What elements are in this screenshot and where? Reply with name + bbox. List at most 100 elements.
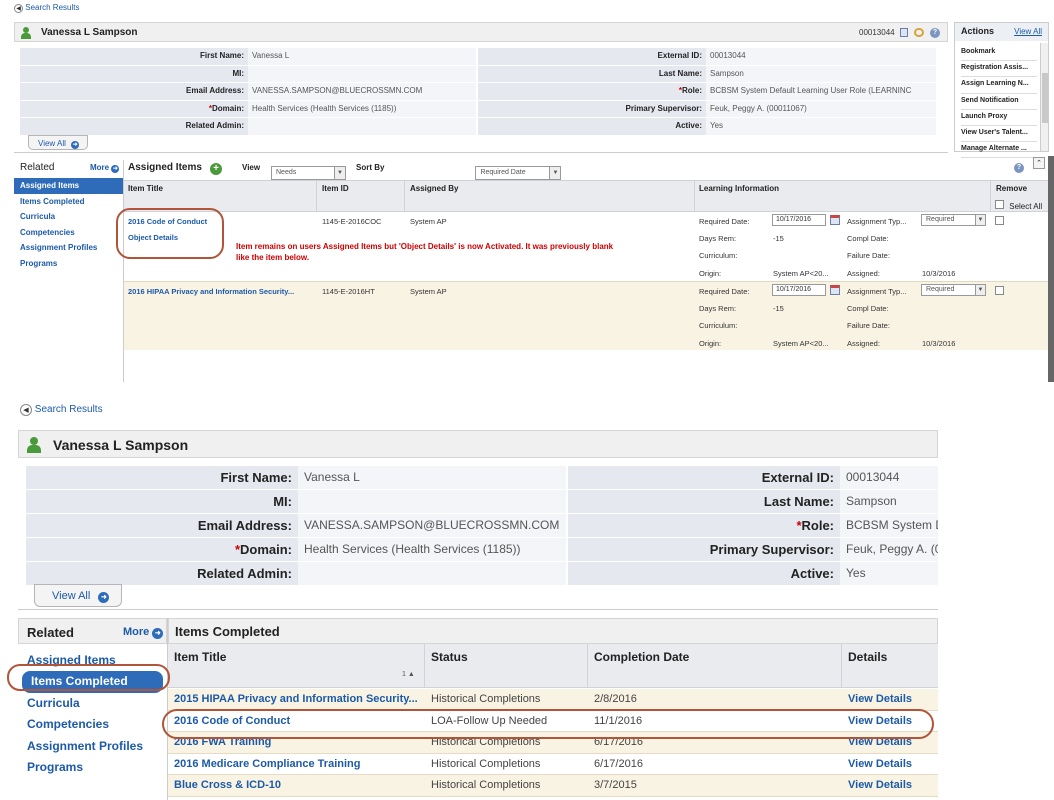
days-rem-label: Days Rem: <box>699 234 737 243</box>
col-status[interactable]: Status <box>431 650 468 664</box>
field-row: Email Address: VANESSA.SAMPSON@BLUECROSSM… <box>26 514 566 537</box>
annotation-note: Item remains on users Assigned Items but… <box>236 242 614 262</box>
item-title-link[interactable]: 2016 Medicare Compliance Training <box>174 754 360 775</box>
field-row: Primary Supervisor: Feuk, Peggy A. (00 <box>568 538 938 561</box>
item-id: 1145-E-2016COC <box>322 217 382 226</box>
field-label: Primary Supervisor: <box>478 100 706 117</box>
view-all-button[interactable]: View All ➜ <box>34 584 122 607</box>
field-row: Primary Supervisor: Feuk, Peggy A. (00011… <box>478 100 936 117</box>
item-title-link[interactable]: 2015 HIPAA Privacy and Information Secur… <box>174 689 418 710</box>
sidebar-item-assignment-profiles[interactable]: Assignment Profiles <box>18 736 167 757</box>
chevron-down-icon: ▼ <box>975 285 985 295</box>
col-assigned-by[interactable]: Assigned By <box>410 184 458 193</box>
top-panel: ◀ Search Results Vanessa L Sampson 00013… <box>0 0 1054 382</box>
back-icon: ◀ <box>14 4 23 13</box>
field-value: 00013044 <box>840 466 938 489</box>
compl-date-label: Compl Date: <box>847 304 889 313</box>
action-item[interactable]: Bookmark <box>961 45 1037 62</box>
action-item[interactable]: View User's Talent... <box>961 126 1037 143</box>
failure-date-label: Failure Date: <box>847 321 890 330</box>
days-rem: -15 <box>773 304 784 313</box>
assigned-date: 10/3/2016 <box>922 269 956 278</box>
action-item[interactable]: Manage Alternate ... <box>961 142 1037 159</box>
remove-checkbox[interactable] <box>995 286 1004 295</box>
view-all-button[interactable]: View All ➜ <box>28 135 88 150</box>
view-select[interactable]: Needs ▼ <box>271 166 346 180</box>
status: Historical Completions <box>431 757 541 770</box>
sidebar-item-curricula[interactable]: Curricula <box>14 209 123 225</box>
actions-view-all-link[interactable]: View All <box>1014 27 1042 36</box>
assignment-type-select[interactable]: Required ▼ <box>921 284 986 296</box>
item-title-link[interactable]: 2016 HIPAA Privacy and Information Secur… <box>128 287 294 296</box>
sidebar-item-programs[interactable]: Programs <box>18 757 167 778</box>
col-item-id[interactable]: Item ID <box>322 184 349 193</box>
field-row: Active: Yes <box>478 118 936 135</box>
user-name: Vanessa L Sampson <box>53 437 189 453</box>
sort-select[interactable]: Required Date ▼ <box>475 166 562 180</box>
sidebar-item-items-completed[interactable]: Items Completed <box>14 194 123 210</box>
failure-date-label: Failure Date: <box>847 251 890 260</box>
field-label: First Name: <box>26 466 298 489</box>
calendar-icon[interactable] <box>830 285 840 295</box>
view-details-link[interactable]: View Details <box>848 689 912 710</box>
sidebar-item-programs[interactable]: Programs <box>14 256 123 272</box>
required-date-input[interactable]: 10/17/2016 <box>772 284 826 296</box>
required-date-input[interactable]: 10/17/2016 <box>772 214 826 226</box>
field-value: 00013044 <box>706 48 936 65</box>
sidebar-item-curricula[interactable]: Curricula <box>18 693 167 714</box>
link-icon[interactable] <box>914 28 924 37</box>
related-more-link[interactable]: More ➜ <box>90 163 120 173</box>
calendar-icon[interactable] <box>830 215 840 225</box>
status: Historical Completions <box>431 693 541 705</box>
item-title-link[interactable]: Blue Cross & ICD-10 <box>174 775 281 796</box>
chevron-down-icon: ▼ <box>549 167 561 179</box>
col-item-title[interactable]: Item Title <box>174 650 226 664</box>
action-item[interactable]: Send Notification <box>961 94 1037 110</box>
required-date-label: Required Date: <box>699 217 750 226</box>
col-completion-date[interactable]: Completion Date <box>594 650 689 664</box>
origin-label: Origin: <box>699 269 722 278</box>
field-label: External ID: <box>478 48 706 65</box>
days-rem-label: Days Rem: <box>699 304 737 313</box>
view-label: View <box>242 163 261 172</box>
related-more-link[interactable]: More ➜ <box>123 626 164 639</box>
view-details-link[interactable]: View Details <box>848 775 912 796</box>
remove-checkbox[interactable] <box>995 216 1004 225</box>
col-item-title[interactable]: Item Title <box>128 184 163 193</box>
completed-table-header: Item Title 1 ▲ Status Completion Date De… <box>168 644 938 688</box>
user-icon <box>27 437 41 453</box>
related-title: Related <box>20 162 55 173</box>
sidebar-item-assigned-items[interactable]: Assigned Items <box>14 178 123 194</box>
action-item[interactable]: Launch Proxy <box>961 110 1037 126</box>
field-value: BCBSM System Default Learning User Role … <box>706 83 936 100</box>
sidebar-item-competencies[interactable]: Competencies <box>18 714 167 735</box>
sidebar-item-assignment-profiles[interactable]: Assignment Profiles <box>14 240 123 256</box>
field-label: *Role: <box>568 514 840 537</box>
bottom-panel: ◀ Search Results Vanessa L Sampson First… <box>0 396 1054 800</box>
arrow-right-icon: ➜ <box>152 628 164 639</box>
search-results-link[interactable]: ◀ Search Results <box>14 3 79 13</box>
field-value: BCBSM System De <box>840 514 938 537</box>
scrollbar[interactable] <box>1040 43 1048 151</box>
action-item[interactable]: Registration Assis... <box>961 61 1037 78</box>
table-row: 2016 HIPAA Privacy and Information Secur… <box>124 281 1050 350</box>
view-details-link[interactable]: View Details <box>848 754 912 775</box>
completion-date: 3/7/2015 <box>594 779 637 792</box>
select-all-checkbox[interactable] <box>995 200 1004 209</box>
help-icon[interactable]: ? <box>930 28 940 38</box>
document-icon[interactable] <box>900 28 908 37</box>
collapse-icon[interactable]: ⌃ <box>1033 157 1045 169</box>
action-item[interactable]: Assign Learning N... <box>961 77 1037 94</box>
field-label: Related Admin: <box>26 562 298 585</box>
help-icon[interactable]: ? <box>1014 163 1024 173</box>
select-all[interactable]: Select All <box>995 200 1042 211</box>
sort-indicator[interactable]: 1 ▲ <box>402 671 415 678</box>
sidebar-item-competencies[interactable]: Competencies <box>14 225 123 241</box>
add-icon[interactable]: + <box>210 163 222 175</box>
related-panel: Related More ➜ Assigned Items Items Compl… <box>18 618 168 800</box>
field-label: *Domain: <box>20 100 248 117</box>
item-id: 1145-E-2016HT <box>322 287 375 296</box>
assignment-type-select[interactable]: Required ▼ <box>921 214 986 226</box>
search-results-link[interactable]: ◀ Search Results <box>20 404 103 416</box>
field-value: Health Services (Health Services (1185)) <box>298 538 566 561</box>
